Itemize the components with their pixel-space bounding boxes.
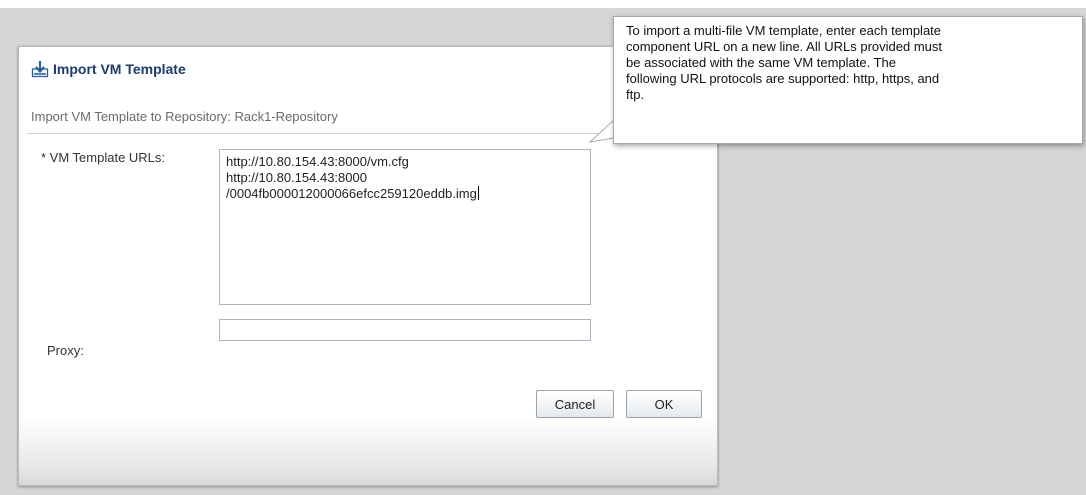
tooltip-line: To import a multi-file VM template, ente…: [626, 23, 942, 38]
text-caret: [477, 186, 479, 200]
url-line: http://10.80.154.43:8000/vm.cfg: [226, 154, 409, 169]
tooltip-line: component URL on a new line. All URLs pr…: [626, 39, 943, 54]
tooltip-line: following URL protocols are supported: h…: [626, 71, 940, 86]
proxy-input[interactable]: [219, 319, 591, 341]
ok-button[interactable]: OK: [626, 390, 702, 418]
tooltip-line: be associated with the same VM template.…: [626, 55, 897, 70]
tooltip-line: ftp.: [626, 87, 645, 102]
vm-template-urls-textarea[interactable]: http://10.80.154.43:8000/vm.cfg http://1…: [219, 149, 591, 305]
url-line: /0004fb000012000066efcc259120eddb.img: [226, 186, 584, 202]
url-line: http://10.80.154.43:8000: [226, 170, 367, 185]
import-icon: [31, 60, 49, 78]
dialog-title-bar: Import VM Template: [31, 57, 186, 81]
tooltip-pointer: [588, 119, 614, 143]
top-strip: [0, 0, 1086, 8]
help-tooltip: To import a multi-file VM template, ente…: [613, 16, 1083, 144]
proxy-label: Proxy:: [47, 343, 84, 358]
vm-template-urls-label: * VM Template URLs:: [41, 150, 166, 165]
dialog-subtitle: Import VM Template to Repository: Rack1-…: [31, 109, 338, 124]
dialog-title: Import VM Template: [53, 61, 186, 77]
cancel-button[interactable]: Cancel: [536, 390, 614, 418]
url-line-text: /0004fb000012000066efcc259120eddb.img: [226, 186, 477, 201]
